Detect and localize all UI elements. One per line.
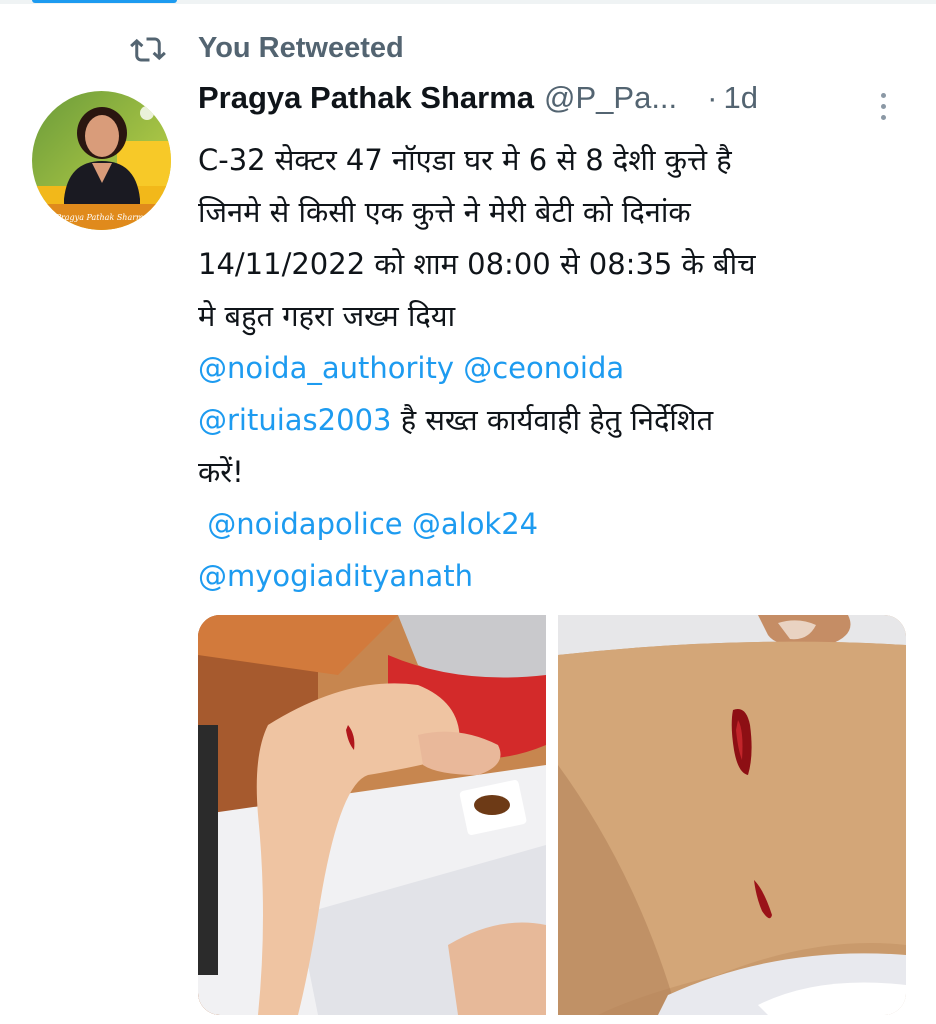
wound-photo-closeup[interactable]	[558, 615, 906, 1015]
mentions-line: @myogiadityanath	[198, 550, 908, 602]
author-handle[interactable]: @P_Pa...	[544, 80, 677, 116]
mentions-line: @noida_authority @ceonoida	[198, 342, 908, 394]
tweet-line: जिनमे से किसी एक कुत्ते ने मेरी बेटी को …	[198, 195, 691, 229]
tweet-text-fragment: है सख्त कार्यवाही हेतु निर्देशित	[391, 403, 714, 437]
tweet-line: C-32 सेक्टर 47 नॉएडा घर मे 6 से 8 देशी क…	[198, 143, 732, 177]
tweet-text: C-32 सेक्टर 47 नॉएडा घर मे 6 से 8 देशी क…	[198, 134, 908, 602]
mention-link[interactable]: @ceonoida	[463, 351, 624, 385]
mentions-line: @rituias2003 है सख्त कार्यवाही हेतु निर्…	[198, 394, 908, 446]
mention-link[interactable]: @rituias2003	[198, 403, 391, 437]
mention-link[interactable]: @alok24	[412, 507, 538, 541]
tweet[interactable]: Pragya Pathak Sharma @P_Pa... · 1d C-32 …	[198, 80, 908, 602]
avatar[interactable]: Pragya Pathak Sharma	[32, 91, 171, 230]
tab-indicator	[32, 0, 177, 3]
mention-link[interactable]: @myogiadityanath	[198, 559, 473, 593]
tweet-time[interactable]: 1d	[724, 80, 758, 116]
tweet-line: करें!	[198, 455, 244, 489]
retweet-icon	[130, 28, 174, 68]
author-name[interactable]: Pragya Pathak Sharma	[198, 80, 534, 116]
mention-link[interactable]: @noida_authority	[198, 351, 454, 385]
wound-photo-leg[interactable]	[198, 615, 546, 1015]
tweet-line: 14/11/2022 को शाम 08:00 से 08:35 के बीच	[198, 247, 756, 281]
separator-dot: ·	[707, 80, 718, 115]
tweet-header: Pragya Pathak Sharma @P_Pa... · 1d	[198, 80, 908, 130]
tweet-page: You Retweeted Pragya Pathak Sharma Pragy…	[0, 0, 936, 1024]
retweet-label: You Retweeted	[198, 31, 404, 64]
tweet-line: मे बहुत गहरा जख्म दिया	[198, 299, 456, 333]
tweet-media	[198, 615, 906, 1015]
mentions-line: @noidapolice @alok24	[198, 498, 908, 550]
more-options-icon[interactable]	[868, 86, 898, 126]
retweet-context[interactable]: You Retweeted	[130, 28, 404, 68]
mention-link[interactable]: @noidapolice	[207, 507, 402, 541]
svg-text:Pragya Pathak Sharma: Pragya Pathak Sharma	[55, 213, 149, 222]
